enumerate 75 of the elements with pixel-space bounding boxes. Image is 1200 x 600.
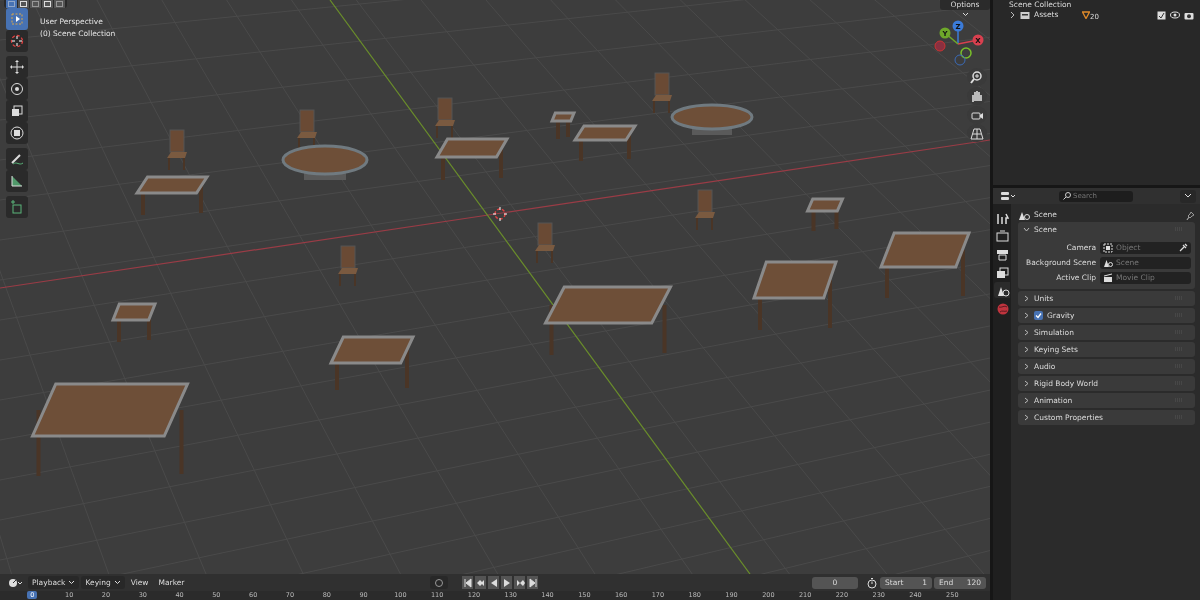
exclude-checkbox-icon[interactable]: [1157, 10, 1166, 20]
play-icon: [501, 577, 512, 588]
caret-icon: [68, 580, 76, 586]
clock-icon: [8, 577, 22, 588]
chair-model-drawing: [297, 109, 317, 151]
camera-icon[interactable]: [1184, 10, 1194, 20]
properties-editor-icon: [1001, 191, 1015, 202]
jump-end-button[interactable]: [527, 576, 538, 589]
chair-model-drawing: [535, 222, 555, 264]
previous-keyframe-icon: [475, 577, 486, 588]
object-icon: [1103, 242, 1113, 253]
jump-start-icon: [462, 577, 473, 588]
render-icon: [994, 228, 1010, 244]
caret-icon: [1184, 193, 1192, 200]
table-model-drawing: [805, 197, 845, 231]
move-tool-button[interactable]: [6, 56, 28, 78]
measure-icon: [9, 173, 25, 189]
measure-tool-button[interactable]: [6, 170, 28, 192]
selection-mode-button[interactable]: [54, 0, 65, 8]
selection-mode-button[interactable]: [42, 0, 53, 8]
hand-icon: [969, 89, 985, 103]
circle-icon: [434, 577, 444, 588]
zoom-icon: [969, 70, 985, 84]
view-layer-tab[interactable]: [994, 264, 1010, 280]
jump-start-button[interactable]: [462, 576, 473, 589]
chair-model-drawing: [167, 129, 187, 171]
scale-icon: [9, 103, 25, 119]
keyframe-mode-button[interactable]: [430, 576, 448, 589]
select-box-icon: [9, 11, 25, 27]
annotate-icon: [9, 151, 25, 167]
previous-keyframe-button[interactable]: [475, 576, 486, 589]
select-box-tool-button[interactable]: [6, 8, 28, 30]
chair-model-drawing: [338, 245, 358, 287]
checkmark-icon: [1035, 312, 1042, 319]
transform-tool-button[interactable]: [6, 122, 28, 144]
next-keyframe-icon: [514, 577, 525, 588]
table-model-drawing: [110, 302, 158, 342]
chair-model-drawing: [435, 97, 455, 139]
clapperboard-icon: [1103, 272, 1113, 283]
jump-end-icon: [527, 577, 538, 588]
negative-axis-handle[interactable]: [954, 54, 966, 66]
cursor-tool-button[interactable]: [6, 30, 28, 52]
options-dropdown-button[interactable]: [1180, 189, 1196, 203]
chair-model-drawing: [695, 189, 715, 231]
eyedropper-icon[interactable]: [1179, 243, 1188, 252]
scene-tab[interactable]: [994, 282, 1010, 298]
render-tab[interactable]: [994, 228, 1010, 244]
collection-icon: [1020, 10, 1030, 20]
scene-icon: [1103, 257, 1113, 268]
filter-funnel-icon: [1082, 11, 1090, 19]
selection-mode-button[interactable]: [30, 0, 41, 8]
stopwatch-icon: [866, 576, 878, 589]
view-layer-icon: [994, 264, 1010, 280]
caret-icon: [961, 12, 969, 18]
search-icon: [1063, 192, 1071, 200]
next-keyframe-button[interactable]: [514, 576, 525, 589]
play-reverse-button[interactable]: [488, 576, 499, 589]
caret-icon: [113, 580, 121, 586]
annotate-tool-button[interactable]: [6, 148, 28, 170]
play-button[interactable]: [501, 576, 512, 589]
expand-caret-icon[interactable]: [1010, 11, 1016, 19]
selection-mode-button[interactable]: [18, 0, 29, 8]
cursor-icon: [9, 33, 25, 49]
pin-icon[interactable]: [1186, 210, 1195, 220]
eye-icon[interactable]: [1170, 11, 1180, 19]
rotate-icon: [9, 81, 25, 97]
chair-model-drawing: [652, 72, 672, 114]
add-cube-icon: [9, 199, 25, 215]
move-icon: [9, 59, 25, 75]
negative-axis-handle[interactable]: [934, 40, 946, 52]
transform-icon: [9, 125, 25, 141]
negative-axis-handle[interactable]: [960, 47, 972, 59]
perspective-grid-icon: [969, 126, 985, 140]
checkbox[interactable]: [1034, 311, 1043, 320]
3d-cursor-icon: [492, 206, 508, 222]
